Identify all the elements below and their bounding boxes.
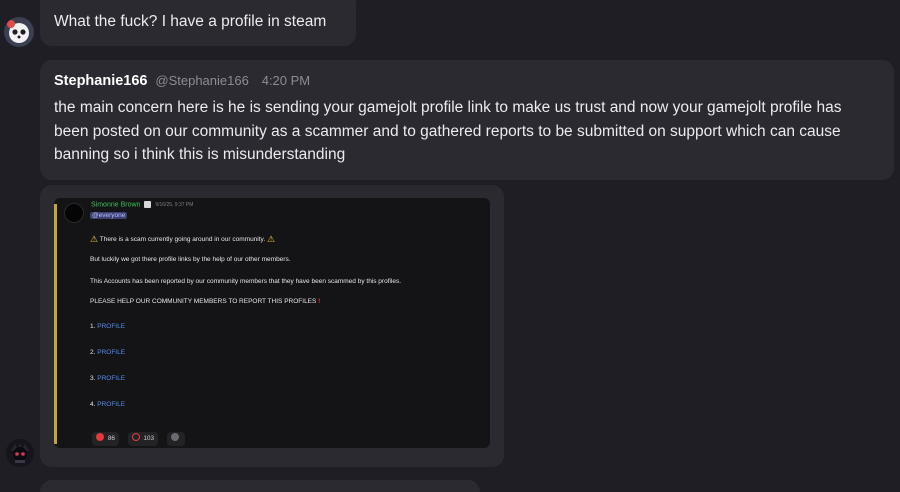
attached-screenshot[interactable]: Simonne Brown 9/16/25, 9:37 PM @everyone… <box>54 198 490 448</box>
reaction-count: 103 <box>143 435 155 442</box>
reaction-bar: 86 103 <box>92 427 189 446</box>
exclamation-icon: ! <box>318 298 321 305</box>
verified-icon <box>144 201 152 208</box>
profile-link: PROFILE <box>97 401 126 408</box>
profile-link-item: 1. PROFILE <box>90 323 125 330</box>
warning-icon: ⚠ <box>266 234 276 244</box>
add-reaction-icon <box>170 433 179 441</box>
message-text: the main concern here is he is sending y… <box>54 99 842 163</box>
highlight-bar <box>54 204 57 444</box>
message-header: Stephanie166 @Stephanie166 4:20 PM <box>54 72 310 89</box>
screenshot-date: 9/16/25, 9:37 PM <box>155 202 194 209</box>
image-message-bubble[interactable]: Simonne Brown 9/16/25, 9:37 PM @everyone… <box>40 185 504 467</box>
screenshot-author-name: Simonne Brown <box>91 201 141 209</box>
character-avatar-icon <box>6 439 34 467</box>
author-name[interactable]: Stephanie166 <box>54 73 148 89</box>
author-handle: @Stephanie166 <box>155 73 249 88</box>
message-bubble[interactable]: Stephanie166 @Stephanie166 4:20 PM the m… <box>40 60 894 180</box>
angry-face-icon <box>96 433 104 441</box>
message-bubble[interactable]: What the fuck? I have a profile in steam <box>40 0 356 46</box>
message-text: What the fuck? I have a profile in steam <box>54 13 327 30</box>
profile-link-item: 4. PROFILE <box>90 401 125 408</box>
profile-number: 2. <box>90 349 96 356</box>
user-avatar[interactable] <box>4 17 34 47</box>
no-entry-icon <box>131 433 140 441</box>
profile-number: 3. <box>90 375 96 382</box>
luck-line: But luckily we got there profile links b… <box>90 256 291 263</box>
alert-line: ⚠ There is a scam currently going around… <box>90 234 275 245</box>
help-text: PLEASE HELP OUR COMMUNITY MEMBERS TO REP… <box>90 298 317 305</box>
screenshot-author: Simonne Brown 9/16/25, 9:37 PM <box>91 201 193 208</box>
profile-link-item: 2. PROFILE <box>90 349 125 356</box>
warning-icon: ⚠ <box>90 234 99 244</box>
reaction-angry: 86 <box>92 432 120 446</box>
everyone-mention: @everyone <box>90 212 128 219</box>
profile-link: PROFILE <box>97 323 126 330</box>
help-line: PLEASE HELP OUR COMMUNITY MEMBERS TO REP… <box>90 298 320 305</box>
profile-link-item: 3. PROFILE <box>90 375 125 382</box>
screenshot-author-avatar <box>64 203 84 223</box>
panda-avatar-icon <box>4 17 34 47</box>
alert-text: There is a scam currently going around i… <box>99 236 266 243</box>
reaction-count: 86 <box>107 435 116 442</box>
message-timestamp: 4:20 PM <box>261 73 311 88</box>
profile-link: PROFILE <box>97 375 126 382</box>
profile-number: 1. <box>90 323 96 330</box>
user-avatar[interactable] <box>6 439 34 467</box>
chat-view: What the fuck? I have a profile in steam… <box>0 0 900 492</box>
profile-number: 4. <box>90 401 96 408</box>
profile-link: PROFILE <box>97 349 126 356</box>
message-bubble[interactable] <box>40 480 480 492</box>
reported-line: This Accounts has been reported by our c… <box>90 278 402 285</box>
reaction-no-entry: 103 <box>127 432 159 446</box>
add-reaction <box>166 432 185 446</box>
